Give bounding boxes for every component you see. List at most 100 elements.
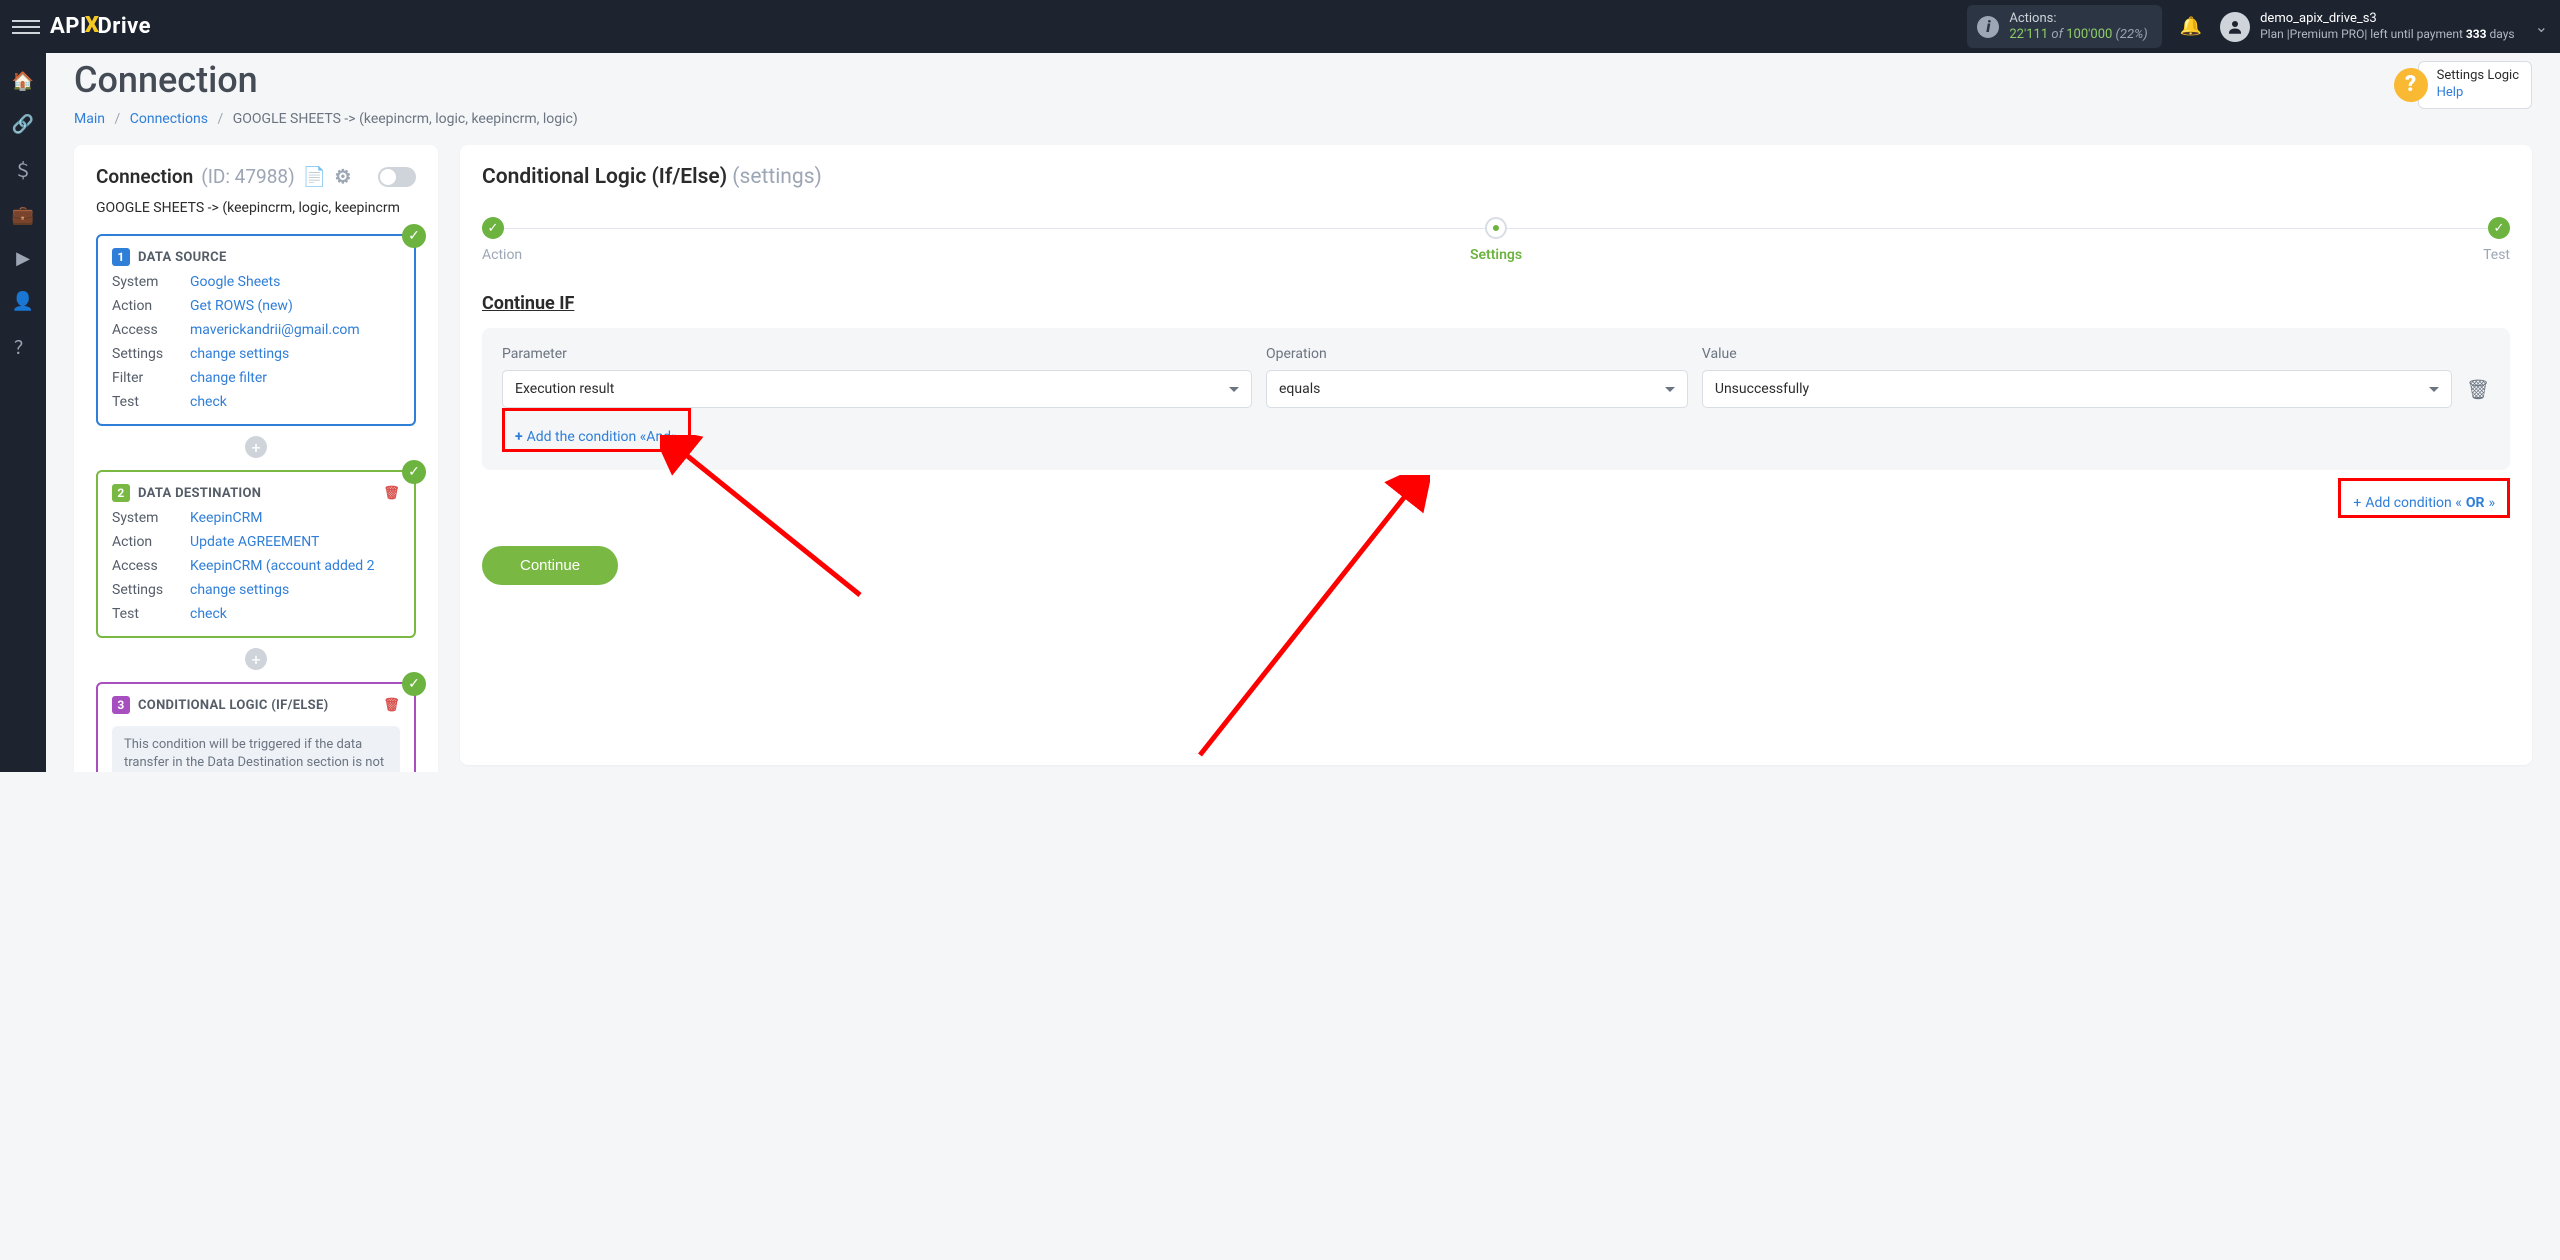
step-settings[interactable]: Settings: [1470, 217, 1522, 263]
plan-days-n: 333: [2466, 27, 2487, 41]
select-value[interactable]: Unsuccessfully: [1702, 370, 2452, 408]
kv-key: Action: [112, 534, 190, 550]
select-parameter[interactable]: Execution result: [502, 370, 1252, 408]
logic-block: ✓ 3 CONDITIONAL LOGIC (IF/ELSE) 🗑 This c…: [96, 682, 416, 772]
kv-key: System: [112, 274, 190, 290]
add-or-button[interactable]: + Add condition «OR»: [2347, 493, 2501, 513]
continue-button[interactable]: Continue: [482, 546, 618, 585]
actions-counter[interactable]: i Actions: 22'111 of 100'000 (22%): [1967, 5, 2161, 48]
help-title: Settings Logic: [2437, 68, 2519, 85]
actions-used: 22'111: [2009, 27, 2048, 42]
trash-icon[interactable]: 🗑: [383, 486, 400, 501]
youtube-icon[interactable]: ▶: [16, 248, 30, 269]
label-operation: Operation: [1266, 346, 1688, 362]
check-icon: ✓: [402, 224, 426, 248]
kv-key: Access: [112, 322, 190, 338]
steps: ✓ Action Settings ✓ Test: [482, 217, 2510, 263]
gear-icon[interactable]: ⚙: [334, 165, 351, 188]
kv-key: Test: [112, 394, 190, 410]
label-parameter: Parameter: [502, 346, 1252, 362]
briefcase-icon[interactable]: 💼: [12, 205, 34, 226]
conn-head: Connection (ID: 47988) 📄 ⚙: [96, 165, 416, 188]
kv-value[interactable]: KeepinCRM (account added 2: [190, 558, 375, 574]
user-text: demo_apix_drive_s3 Plan |Premium PRO| le…: [2260, 11, 2515, 42]
conn-id: (ID: 47988): [201, 165, 294, 188]
condition-box: Parameter Execution result Operation equ…: [482, 328, 2510, 470]
kv-row: SystemKeepinCRM: [112, 510, 400, 526]
help-icon[interactable]: ？: [14, 334, 32, 360]
kv-row: ActionUpdate AGREEMENT: [112, 534, 400, 550]
annotation-arrow: [1180, 475, 1430, 765]
sidebar: 🏠 🔗 ＄ 💼 ▶ 👤 ？: [0, 53, 46, 772]
kv-value[interactable]: check: [190, 394, 227, 410]
kv-value[interactable]: change settings: [190, 346, 289, 362]
info-icon: i: [1977, 16, 1999, 38]
help-link[interactable]: Help: [2437, 85, 2464, 100]
select-operation[interactable]: equals: [1266, 370, 1688, 408]
kv-value[interactable]: maverickandrii@gmail.com: [190, 322, 360, 338]
user-name: demo_apix_drive_s3: [2260, 11, 2515, 27]
kv-row: Testcheck: [112, 606, 400, 622]
add-between-1[interactable]: +: [245, 436, 267, 458]
logo-x: X: [85, 13, 100, 38]
logo-text: API: [50, 14, 87, 39]
main: ? Settings Logic Help Connection Main / …: [46, 53, 2560, 772]
trash-icon[interactable]: 🗑: [383, 698, 400, 713]
user-icon[interactable]: 👤: [12, 291, 34, 312]
step-test[interactable]: ✓ Test: [2483, 217, 2510, 263]
user-menu[interactable]: demo_apix_drive_s3 Plan |Premium PRO| le…: [2220, 11, 2548, 42]
kv-key: Filter: [112, 370, 190, 386]
add-between-2[interactable]: +: [245, 648, 267, 670]
help-box: Settings Logic Help: [2418, 61, 2532, 109]
help-badge: ? Settings Logic Help: [2394, 61, 2532, 109]
dollar-icon[interactable]: ＄: [14, 157, 32, 183]
logo-text2: Drive: [97, 14, 151, 39]
kv-value[interactable]: KeepinCRM: [190, 510, 262, 526]
menu-button[interactable]: [12, 13, 40, 41]
actions-label: Actions:: [2009, 11, 2147, 27]
continue-if-title: Continue IF: [482, 293, 2510, 314]
kv-value[interactable]: Get ROWS (new): [190, 298, 293, 314]
trash-icon[interactable]: 🗑: [2466, 378, 2490, 401]
data-dest-block: ✓ 2 DATA DESTINATION 🗑 SystemKeepinCRMAc…: [96, 470, 416, 638]
kv-row: Accessmaverickandrii@gmail.com: [112, 322, 400, 338]
kv-value[interactable]: change filter: [190, 370, 267, 386]
kv-row: AccessKeepinCRM (account added 2: [112, 558, 400, 574]
add-and-button[interactable]: + Add the condition «And»: [511, 427, 682, 447]
kv-value[interactable]: Google Sheets: [190, 274, 280, 290]
kv-row: SystemGoogle Sheets: [112, 274, 400, 290]
data-source-block: ✓ 1 DATA SOURCE SystemGoogle SheetsActio…: [96, 234, 416, 426]
crumb-cur: GOOGLE SHEETS -> (keepincrm, logic, keep…: [233, 111, 578, 127]
bell-icon[interactable]: 🔔: [2180, 16, 2202, 37]
kv-key: System: [112, 510, 190, 526]
chevron-down-icon[interactable]: ⌄: [2535, 17, 2548, 36]
check-icon: ✓: [402, 460, 426, 484]
kv-value[interactable]: check: [190, 606, 227, 622]
logo[interactable]: API X Drive: [50, 14, 151, 39]
plan-prefix: Plan: [2260, 27, 2284, 41]
step-action[interactable]: ✓ Action: [482, 217, 522, 263]
logic-title: CONDITIONAL LOGIC (IF/ELSE): [138, 698, 328, 713]
crumb-conns[interactable]: Connections: [130, 111, 208, 127]
actions-of: of: [2051, 27, 2063, 42]
kv-value[interactable]: change settings: [190, 582, 289, 598]
home-icon[interactable]: 🏠: [12, 71, 34, 92]
kv-value[interactable]: Update AGREEMENT: [190, 534, 319, 550]
help-q-icon[interactable]: ?: [2394, 68, 2428, 102]
conn-name: GOOGLE SHEETS -> (keepincrm, logic, keep…: [96, 200, 416, 216]
kv-row: Settingschange settings: [112, 582, 400, 598]
crumb-main[interactable]: Main: [74, 111, 105, 127]
breadcrumb: Main / Connections / GOOGLE SHEETS -> (k…: [74, 111, 2532, 127]
doc-icon[interactable]: 📄: [303, 165, 327, 188]
left-panel: Connection (ID: 47988) 📄 ⚙ GOOGLE SHEETS…: [74, 145, 438, 772]
actions-pct: (22%): [2116, 27, 2148, 42]
kv-key: Access: [112, 558, 190, 574]
kv-key: Test: [112, 606, 190, 622]
kv-key: Action: [112, 298, 190, 314]
kv-row: Filterchange filter: [112, 370, 400, 386]
sitemap-icon[interactable]: 🔗: [12, 114, 34, 135]
src-title: DATA SOURCE: [138, 250, 227, 265]
conn-label: Connection: [96, 165, 193, 188]
conn-toggle[interactable]: [378, 167, 416, 187]
actions-total: 100'000: [2066, 27, 2112, 42]
